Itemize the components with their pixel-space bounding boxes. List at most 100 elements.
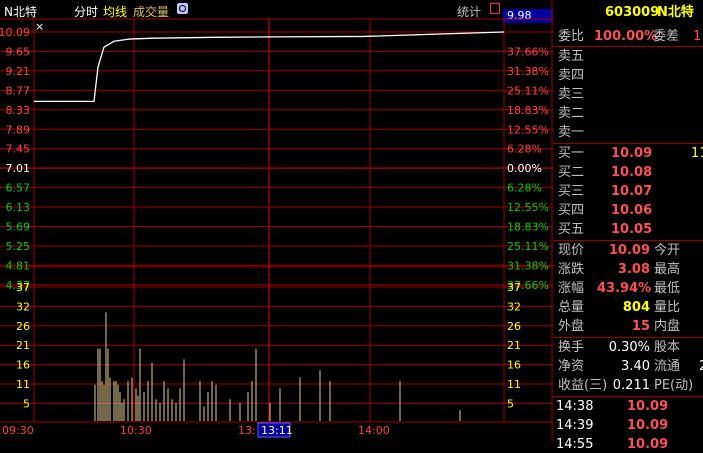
percent-tick-label: 6.28% xyxy=(507,182,542,195)
divider xyxy=(553,143,703,144)
volume-tick-label: 26 xyxy=(16,320,30,333)
percent-tick-label: 31.38% xyxy=(507,259,549,272)
order-diff-label: 委差 xyxy=(653,29,680,44)
stat-value: 3.08 xyxy=(617,262,650,277)
buy-level-price: 10.05 xyxy=(611,222,653,237)
percent-tick-label: 0.00% xyxy=(507,162,542,175)
buy-level-label: 买三 xyxy=(558,184,585,199)
volume-tick-label: 21 xyxy=(16,339,30,352)
volume-tick-label: 37 xyxy=(507,281,521,294)
price-tick-label: 10.09 xyxy=(0,26,30,39)
volume-tick-label: 21 xyxy=(507,339,521,352)
volume-tick-label: 11 xyxy=(16,378,30,391)
stat-value: 3.40 xyxy=(621,359,650,374)
time-tick-label: 09:30 xyxy=(2,424,34,437)
price-tick-label: 7.01 xyxy=(6,162,31,175)
stat-label: 涨幅 xyxy=(558,281,585,296)
time-tick-label: 14:00 xyxy=(358,424,390,437)
tick-time: 14:55 xyxy=(556,437,594,452)
divider xyxy=(553,46,703,47)
order-diff-value: 1 xyxy=(693,29,702,44)
price-tick-label: 5.69 xyxy=(6,221,31,234)
buy-level-label: 买二 xyxy=(558,165,585,180)
divider xyxy=(553,240,703,241)
stat-value: 10.09 xyxy=(608,243,650,258)
stat-value: 43.94% xyxy=(597,281,652,296)
buy-level-volume: 11 xyxy=(691,146,703,161)
stat-value: 2 xyxy=(699,359,703,375)
percent-tick-label: 37.66% xyxy=(507,45,549,58)
stat-value: 15 xyxy=(631,319,650,334)
percent-tick-label: 12.55% xyxy=(507,201,549,214)
buy-level-label: 买五 xyxy=(558,222,585,237)
price-tick-label: 4.81 xyxy=(6,259,31,272)
tick-price: 10.09 xyxy=(627,418,669,433)
volume-tick-label: 16 xyxy=(507,359,521,372)
divider xyxy=(553,337,703,338)
stat-label: 今开 xyxy=(654,243,681,258)
volume-tick-label: 37 xyxy=(16,281,30,294)
stat-value: 804 xyxy=(622,300,650,315)
cursor-marker: × xyxy=(35,20,44,33)
sell-level-label: 卖三 xyxy=(558,87,585,102)
buy-level-price: 10.07 xyxy=(611,184,653,199)
cursor-time-label: 13:11 xyxy=(261,424,293,437)
volume-tick-label: 32 xyxy=(16,300,30,313)
percent-tick-label: 25.11% xyxy=(507,240,549,253)
volume-tick-label: 26 xyxy=(507,320,521,333)
stat-label: 内盘 xyxy=(654,319,681,334)
quote-stock-name: N北特 xyxy=(657,5,694,20)
buy-level-price: 10.06 xyxy=(611,203,653,218)
volume-tick-label: 16 xyxy=(16,359,30,372)
price-tick-label: 7.45 xyxy=(6,143,31,156)
percent-tick-label: 25.11% xyxy=(507,84,549,97)
price-tick-label: 7.89 xyxy=(6,123,31,136)
stat-label: 现价 xyxy=(558,243,585,258)
volume-tick-label: 11 xyxy=(507,378,521,391)
price-tick-label: 8.77 xyxy=(6,84,31,97)
sell-level-label: 卖一 xyxy=(558,125,585,140)
stat-label: 最高 xyxy=(654,262,681,277)
tick-time: 14:39 xyxy=(556,418,594,433)
order-ratio-label: 委比 xyxy=(558,29,585,44)
buy-level-price: 10.08 xyxy=(611,165,653,180)
price-tick-label: 6.57 xyxy=(6,182,31,195)
volume-tick-label: 32 xyxy=(507,300,521,313)
time-tick-label: 13: xyxy=(238,424,256,437)
sell-level-label: 卖五 xyxy=(558,49,585,64)
sell-level-label: 卖二 xyxy=(558,106,585,121)
stat-label: 外盘 xyxy=(558,319,585,334)
buy-level-label: 买一 xyxy=(558,146,585,161)
price-tick-label: 6.13 xyxy=(6,201,31,214)
price-tick-label: 9.65 xyxy=(6,45,31,58)
stat-label: PE(动) xyxy=(654,378,694,393)
price-tick-label: 8.33 xyxy=(6,104,31,117)
volume-tick-label: 5 xyxy=(23,397,30,410)
order-ratio-value: 100.00% xyxy=(594,29,658,44)
buy-level-label: 买四 xyxy=(558,203,585,218)
percent-tick-label: 6.28% xyxy=(507,143,542,156)
percent-tick-label: 18.83% xyxy=(507,221,549,234)
stat-value: 0.211 xyxy=(612,378,650,393)
sell-level-label: 卖四 xyxy=(558,68,585,83)
stat-label: 净资 xyxy=(558,359,585,374)
tick-price: 10.09 xyxy=(627,437,669,452)
intraday-chart: 10.09 9.65 9.21 8.77 8.33 7.89 7.45 7.01 6.57 6.1… xyxy=(0,0,553,441)
stat-label: 量比 xyxy=(654,300,681,315)
stat-label: 总量 xyxy=(558,300,585,315)
time-tick-label: 10:30 xyxy=(120,424,152,437)
price-tick-label: 5.25 xyxy=(6,240,31,253)
quote-panel: 603009 N北特 委比 100.00% 委差 1 卖五 卖四 卖三 卖二 卖一 买一… xyxy=(553,0,703,452)
divider xyxy=(553,396,703,397)
tick-time: 14:38 xyxy=(556,399,594,414)
percent-tick-label: 18.83% xyxy=(507,104,549,117)
stat-label: 涨跌 xyxy=(558,262,585,277)
percent-tick-label: 12.55% xyxy=(507,123,549,136)
volume-tick-label: 5 xyxy=(507,397,514,410)
stat-label: 股本 xyxy=(654,340,681,355)
price-tick-label: 9.21 xyxy=(6,65,31,78)
stat-label: 换手 xyxy=(558,340,585,355)
stat-label: 流通 xyxy=(654,359,681,374)
stat-label: 最低 xyxy=(654,281,681,296)
buy-level-price: 10.09 xyxy=(611,146,653,161)
